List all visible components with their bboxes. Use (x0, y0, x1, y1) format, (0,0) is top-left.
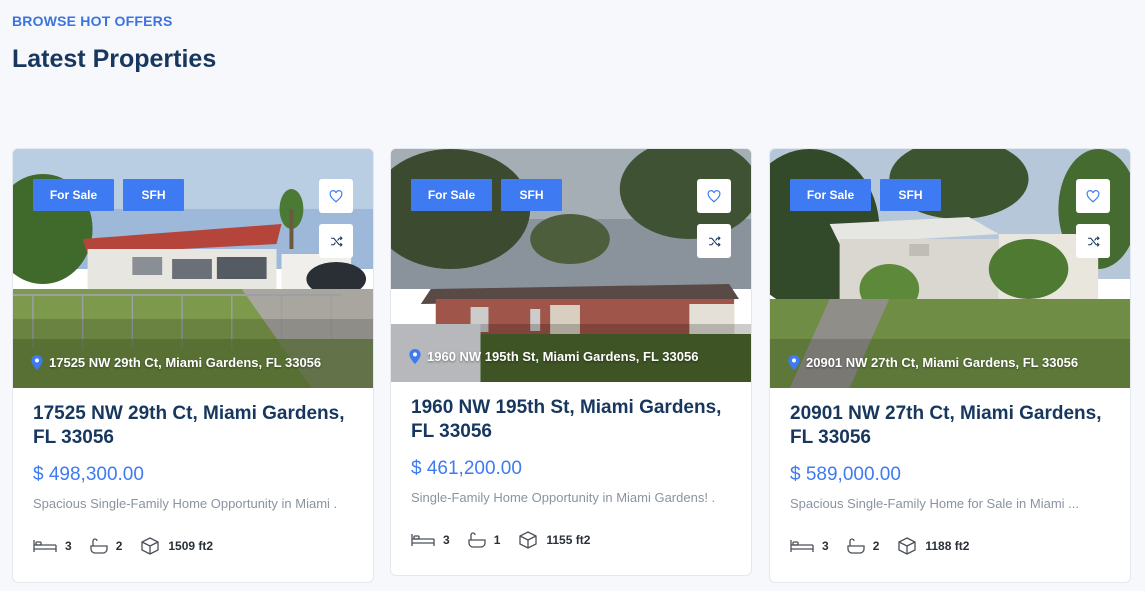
compare-button[interactable] (319, 224, 353, 258)
bed-icon (33, 540, 57, 552)
section-title: Latest Properties (12, 45, 217, 73)
compare-button[interactable] (1076, 224, 1110, 258)
property-title[interactable]: 1960 NW 195th St, Miami Gardens, FL 3305… (411, 396, 731, 444)
type-badge[interactable]: SFH (880, 179, 941, 211)
property-photo[interactable]: For Sale SFH 1960 NW 195th St, Miami Gar… (391, 149, 751, 382)
shuffle-icon (708, 235, 721, 247)
property-photo[interactable]: For Sale SFH 20901 NW 27th Ct, Miami Gar… (770, 149, 1130, 388)
heart-icon (1086, 189, 1100, 203)
baths-count: 2 (115, 539, 123, 553)
type-badge[interactable]: SFH (123, 179, 184, 211)
baths-feature: 2 (847, 538, 880, 554)
favorite-button[interactable] (1076, 179, 1110, 213)
photo-address: 20901 NW 27th Ct, Miami Gardens, FL 3305… (788, 355, 1078, 370)
beds-feature: 3 (790, 539, 829, 553)
bed-icon (790, 540, 814, 552)
map-pin-icon (31, 355, 43, 370)
favorite-button[interactable] (319, 179, 353, 213)
beds-feature: 3 (33, 539, 72, 553)
property-features: 3 2 1188 ft2 (790, 537, 1110, 555)
property-title[interactable]: 20901 NW 27th Ct, Miami Gardens, FL 3305… (790, 402, 1110, 450)
section-eyebrow: BROWSE HOT OFFERS (12, 13, 173, 29)
bathtub-icon (90, 538, 108, 554)
map-pin-icon (409, 349, 421, 364)
status-badge[interactable]: For Sale (411, 179, 492, 211)
cube-icon (141, 537, 160, 555)
property-price: $ 589,000.00 (790, 464, 901, 485)
bathtub-icon (468, 532, 486, 548)
shuffle-icon (1087, 235, 1100, 247)
baths-feature: 1 (468, 532, 501, 548)
heart-icon (329, 189, 343, 203)
cube-icon (519, 531, 538, 549)
photo-address: 1960 NW 195th St, Miami Gardens, FL 3305… (409, 349, 698, 364)
area-value: 1155 ft2 (546, 533, 591, 547)
map-pin-icon (788, 355, 800, 370)
property-features: 3 1 1155 ft2 (411, 531, 731, 549)
type-badge[interactable]: SFH (501, 179, 562, 211)
shuffle-icon (330, 235, 343, 247)
baths-count: 1 (493, 533, 501, 547)
baths-count: 2 (872, 539, 880, 553)
area-feature: 1155 ft2 (518, 531, 590, 549)
beds-count: 3 (65, 539, 72, 553)
property-description: Single-Family Home Opportunity in Miami … (411, 490, 716, 505)
area-value: 1509 ft2 (168, 539, 214, 553)
bathtub-icon (847, 538, 865, 554)
property-card[interactable]: For Sale SFH 1960 NW 195th St, Miami Gar… (390, 148, 752, 576)
area-value: 1188 ft2 (925, 539, 970, 553)
photo-address-text: 20901 NW 27th Ct, Miami Gardens, FL 3305… (806, 355, 1079, 370)
property-description: Spacious Single-Family Home Opportunity … (33, 496, 338, 511)
compare-button[interactable] (697, 224, 731, 258)
property-description: Spacious Single-Family Home for Sale in … (790, 496, 1079, 511)
cube-icon (898, 537, 917, 555)
area-feature: 1509 ft2 (140, 537, 213, 555)
baths-feature: 2 (90, 538, 123, 554)
property-price: $ 498,300.00 (33, 464, 144, 485)
status-badge[interactable]: For Sale (33, 179, 114, 211)
property-price: $ 461,200.00 (411, 458, 522, 479)
photo-address: 17525 NW 29th Ct, Miami Gardens, FL 3305… (31, 355, 321, 370)
property-photo[interactable]: For Sale SFH 17525 NW 29th Ct, Miami Gar… (13, 149, 373, 388)
property-features: 3 2 1509 ft2 (33, 537, 353, 555)
property-card[interactable]: For Sale SFH 20901 NW 27th Ct, Miami Gar… (769, 148, 1131, 583)
photo-address-text: 17525 NW 29th Ct, Miami Gardens, FL 3305… (49, 355, 322, 370)
beds-count: 3 (443, 533, 450, 547)
favorite-button[interactable] (697, 179, 731, 213)
area-feature: 1188 ft2 (897, 537, 969, 555)
heart-icon (707, 189, 721, 203)
bed-icon (411, 534, 435, 546)
photo-address-text: 1960 NW 195th St, Miami Gardens, FL 3305… (427, 349, 699, 364)
beds-count: 3 (822, 539, 829, 553)
status-badge[interactable]: For Sale (790, 179, 871, 211)
property-card[interactable]: For Sale SFH 17525 NW 29th Ct, Miami Gar… (12, 148, 374, 583)
beds-feature: 3 (411, 533, 450, 547)
property-title[interactable]: 17525 NW 29th Ct, Miami Gardens, FL 3305… (33, 402, 353, 450)
